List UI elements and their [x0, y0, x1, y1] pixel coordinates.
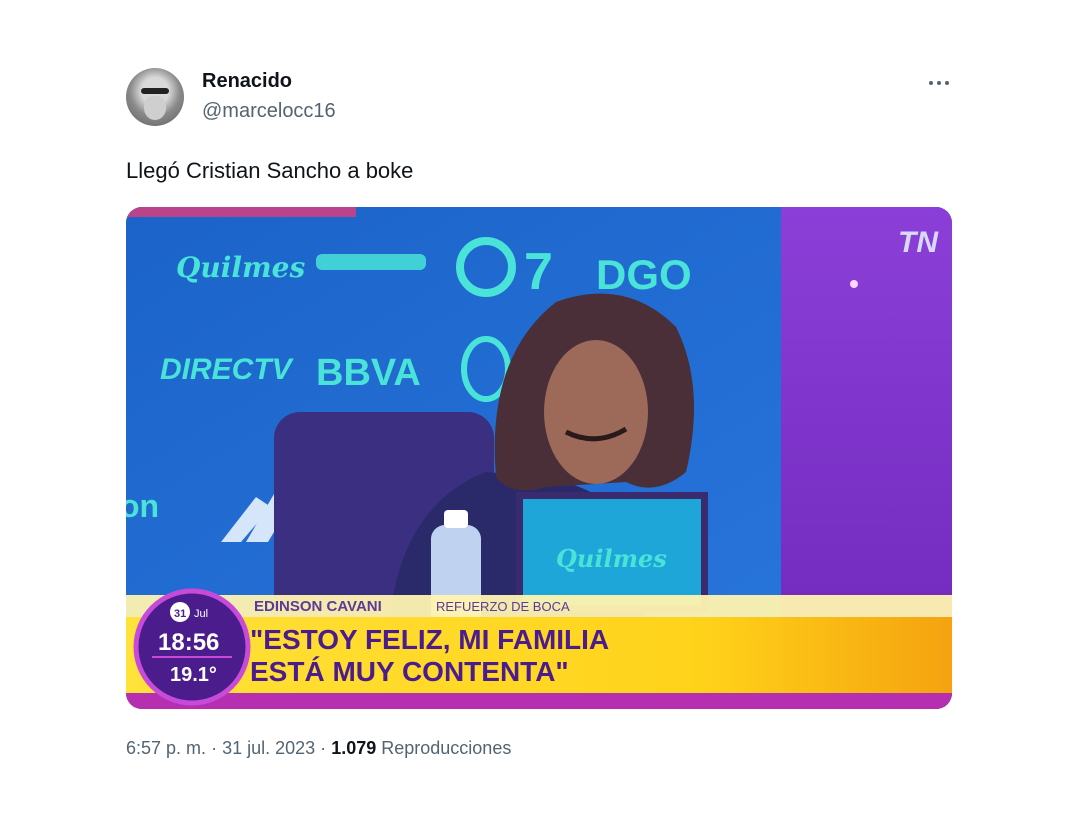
sponsor-logo: Quilmes: [176, 251, 305, 284]
views-label: Reproducciones: [381, 738, 512, 758]
tweet-date[interactable]: 31 jul. 2023: [222, 738, 315, 758]
clock-month: Jul: [194, 608, 208, 620]
separator: ·: [320, 738, 327, 758]
svg-text:on: on: [126, 488, 159, 524]
author-name[interactable]: Renacido: [202, 70, 292, 93]
clock-temperature: 19.1°: [170, 664, 217, 686]
monitor-logo: Quilmes: [556, 544, 667, 573]
sponsor-logo: DGO: [596, 251, 692, 298]
svg-text:7: 7: [524, 243, 553, 301]
clock-day: 31: [174, 608, 186, 620]
headline-line-2: ESTÁ MUY CONTENTA": [250, 656, 569, 687]
avatar-beard: [144, 96, 166, 120]
person-face: [544, 340, 648, 484]
avatar-glasses: [141, 88, 169, 94]
channel-logo: TN: [898, 226, 939, 259]
separator: ·: [211, 738, 218, 758]
clock-time: 18:56: [158, 629, 219, 656]
tweet-time[interactable]: 6:57 p. m.: [126, 738, 206, 758]
sponsor-logo: BBVA: [316, 352, 421, 394]
tweet-meta: 6:57 p. m. · 31 jul. 2023 · 1.079 Reprod…: [126, 738, 511, 759]
author-handle[interactable]: @marcelocc16: [202, 100, 336, 123]
lower-third-name: EDINSON CAVANI: [254, 598, 382, 615]
headline-line-1: "ESTOY FELIZ, MI FAMILIA: [250, 624, 609, 655]
views-count: 1.079: [331, 738, 377, 758]
tweet-text: Llegó Cristian Sancho a boke: [126, 158, 414, 183]
avatar[interactable]: [126, 68, 184, 126]
lower-third-role: REFUERZO DE BOCA: [436, 599, 570, 614]
more-horizontal-icon[interactable]: [924, 74, 954, 92]
sponsor-logo: DIRECTV: [160, 353, 295, 386]
tweet-media-image[interactable]: Quilmes 7 DGO DIRECTV BBVA on TN Quilmes: [126, 207, 952, 709]
